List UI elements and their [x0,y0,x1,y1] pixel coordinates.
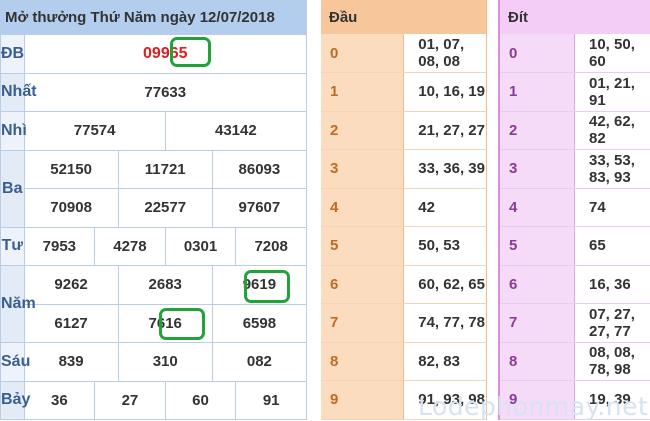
dau-num: 3 [321,150,404,189]
prize-bay-value: 60 [165,381,236,420]
dau-num: 7 [321,304,404,343]
prize-label-nam: Năm [1,266,25,343]
dit-num: 3 [499,150,575,189]
dau-values: 33, 36, 39 [404,150,487,189]
prize-label-tu: Tư [1,227,25,266]
dit-values: 07, 27, 27, 77 [575,304,650,343]
dau-values: 74, 77, 78 [404,304,487,343]
dau-num: 5 [321,227,404,266]
prize-tu-value: 7953 [24,227,95,266]
dau-num: 4 [321,188,404,227]
dau-values: 21, 27, 27 [404,111,487,150]
dau-num: 0 [321,34,404,73]
prize-nam-value: 9262 [24,266,118,305]
dit-num: 2 [499,111,575,150]
prize-nam-value: 6598 [212,304,306,343]
prize-tu-value: 7208 [236,227,307,266]
dit-num: 6 [499,265,575,304]
dau-values: 01, 07, 08, 08 [404,34,487,73]
results-table: Mở thưởng Thứ Năm ngày 12/07/2018 ĐB 099… [0,0,307,420]
dau-values: 42 [404,188,487,227]
dit-num: 0 [499,34,575,73]
prize-nam-value: 2683 [118,266,212,305]
prize-nam-value: 6127 [24,304,118,343]
prize-label-nhi: Nhì [1,112,25,151]
dit-table: Đít 010, 50, 60 101, 21, 91 242, 62, 82 … [498,0,650,420]
prize-bay-value: 91 [236,381,307,420]
dit-values: 10, 50, 60 [575,34,650,73]
dit-values: 16, 36 [575,265,650,304]
dit-num: 5 [499,227,575,266]
prize-label-ba: Ba [1,150,25,227]
highlight-box-db [170,37,211,67]
prize-bay-value: 27 [95,381,166,420]
dau-title: Đầu [321,0,487,34]
highlight-box-nam-5 [159,308,205,340]
watermark-text: Lodephonmay.net [418,392,648,421]
dit-title: Đít [499,0,650,34]
highlight-box-nam-3 [244,270,290,303]
dit-values: 42, 62, 82 [575,111,650,150]
results-title: Mở thưởng Thứ Năm ngày 12/07/2018 [1,1,307,35]
prize-db-value: 09965 [24,35,306,74]
dit-values: 01, 21, 91 [575,73,650,112]
dau-num: 8 [321,342,404,381]
dau-num: 1 [321,73,404,112]
dau-values: 82, 83 [404,342,487,381]
prize-nhi-value: 43142 [165,112,306,151]
dau-values: 10, 16, 19 [404,73,487,112]
prize-sau-value: 310 [118,343,212,382]
dit-num: 8 [499,342,575,381]
prize-tu-value: 4278 [95,227,166,266]
dau-num: 6 [321,265,404,304]
dit-values: 74 [575,188,650,227]
prize-label-nhat: Nhất [1,73,25,112]
dit-values: 65 [575,227,650,266]
prize-ba-value: 11721 [118,150,212,189]
prize-ba-value: 86093 [212,150,306,189]
dit-values: 08, 08, 78, 98 [575,342,650,381]
dit-num: 1 [499,73,575,112]
prize-label-db: ĐB [1,35,25,74]
prize-label-bay: Bảy [1,381,25,420]
dau-num: 2 [321,111,404,150]
prize-nhat-value: 77633 [24,73,306,112]
prize-tu-value: 0301 [165,227,236,266]
dit-num: 4 [499,188,575,227]
prize-ba-value: 70908 [24,189,118,228]
prize-ba-value: 97607 [212,189,306,228]
prize-sau-value: 082 [212,343,306,382]
prize-ba-value: 22577 [118,189,212,228]
dau-num: 9 [321,381,404,420]
dau-values: 60, 62, 65 [404,265,487,304]
prize-bay-value: 36 [24,381,95,420]
prize-ba-value: 52150 [24,150,118,189]
prize-label-sau: Sáu [1,343,25,382]
dit-num: 7 [499,304,575,343]
dau-table: Đầu 001, 07, 08, 08 110, 16, 19 221, 27,… [321,0,487,420]
dau-values: 50, 53 [404,227,487,266]
prize-nhi-value: 77574 [24,112,165,151]
prize-sau-value: 839 [24,343,118,382]
dit-values: 33, 53, 83, 93 [575,150,650,189]
